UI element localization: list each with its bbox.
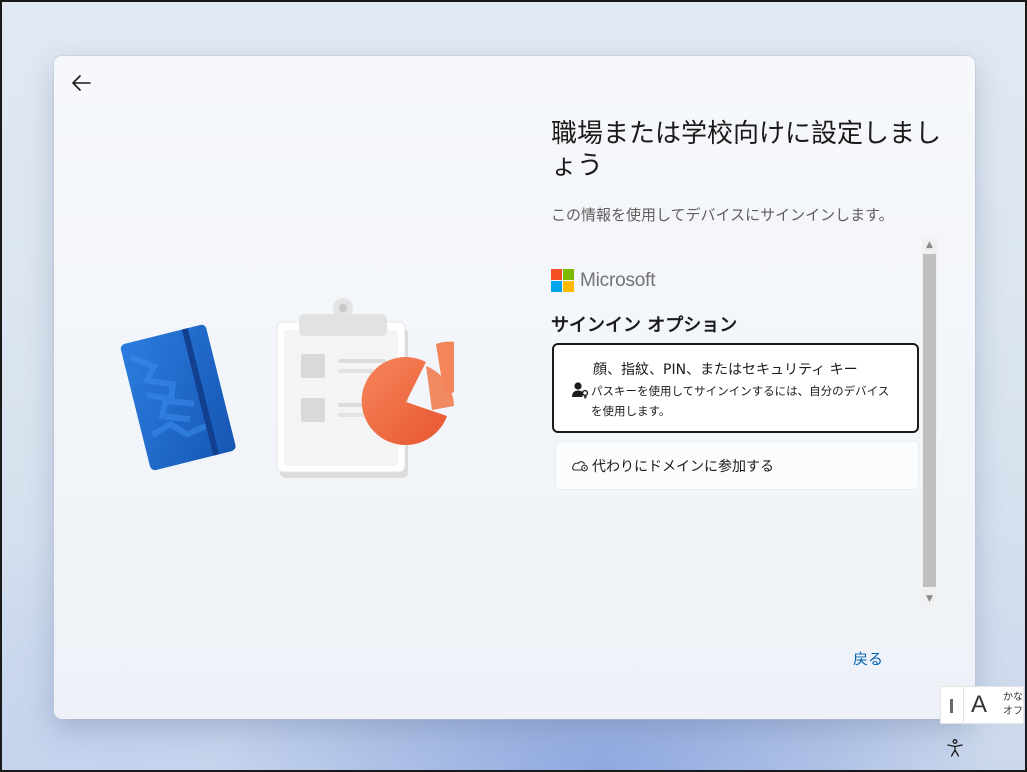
- back-arrow-button[interactable]: [68, 70, 94, 96]
- notebook-icon: [120, 324, 236, 471]
- microsoft-wordmark: Microsoft: [580, 269, 656, 291]
- option-passkey-description: パスキーを使用してサインインするには、自分のデバイスを使用します。: [591, 384, 890, 418]
- ime-divider: [963, 687, 964, 725]
- sign-in-options-heading: サインイン オプション: [551, 315, 738, 336]
- ime-indicator[interactable]: A かな オフ: [940, 686, 1024, 725]
- accessibility-icon: [947, 739, 963, 757]
- cloud-settings-icon: [572, 461, 588, 472]
- person-key-icon: [572, 382, 589, 399]
- page-title: 職場または学校向けに設定しましょう: [551, 119, 942, 181]
- option-passkey-title: 顔、指紋、PIN、またはセキュリティ キー: [593, 362, 858, 378]
- work-school-illustration: [120, 298, 454, 478]
- ime-off-label: オフ: [1003, 706, 1023, 717]
- page-subtitle: この情報を使用してデバイスにサインインします。: [551, 206, 894, 224]
- panel-scrollbar[interactable]: ▲ ▼: [922, 237, 937, 606]
- back-link[interactable]: 戻る: [853, 648, 883, 669]
- oobe-window: 職場または学校向けに設定しましょう この情報を使用してデバイスにサインインします…: [54, 56, 975, 719]
- scroll-down-arrow-icon[interactable]: ▼: [922, 591, 937, 606]
- accessibility-button[interactable]: [945, 738, 965, 758]
- scroll-up-arrow-icon[interactable]: ▲: [922, 237, 937, 252]
- sign-in-panel: Microsoft サインイン オプション 顔、指紋、PIN、またはセキュリティ…: [551, 237, 941, 606]
- option-join-domain-label: 代わりにドメインに参加する: [592, 459, 774, 475]
- option-passkey[interactable]: 顔、指紋、PIN、またはセキュリティ キー パスキーを使用してサインインするには…: [552, 343, 919, 433]
- microsoft-squares-icon: [551, 269, 574, 292]
- ime-grip: [950, 699, 953, 713]
- option-join-domain[interactable]: 代わりにドメインに参加する: [555, 441, 919, 490]
- ime-mode-button[interactable]: A: [971, 691, 987, 719]
- microsoft-logo: Microsoft: [551, 269, 655, 292]
- arrow-left-icon: [72, 75, 91, 91]
- scroll-thumb[interactable]: [923, 254, 936, 587]
- ime-kana-label: かな: [1003, 692, 1023, 703]
